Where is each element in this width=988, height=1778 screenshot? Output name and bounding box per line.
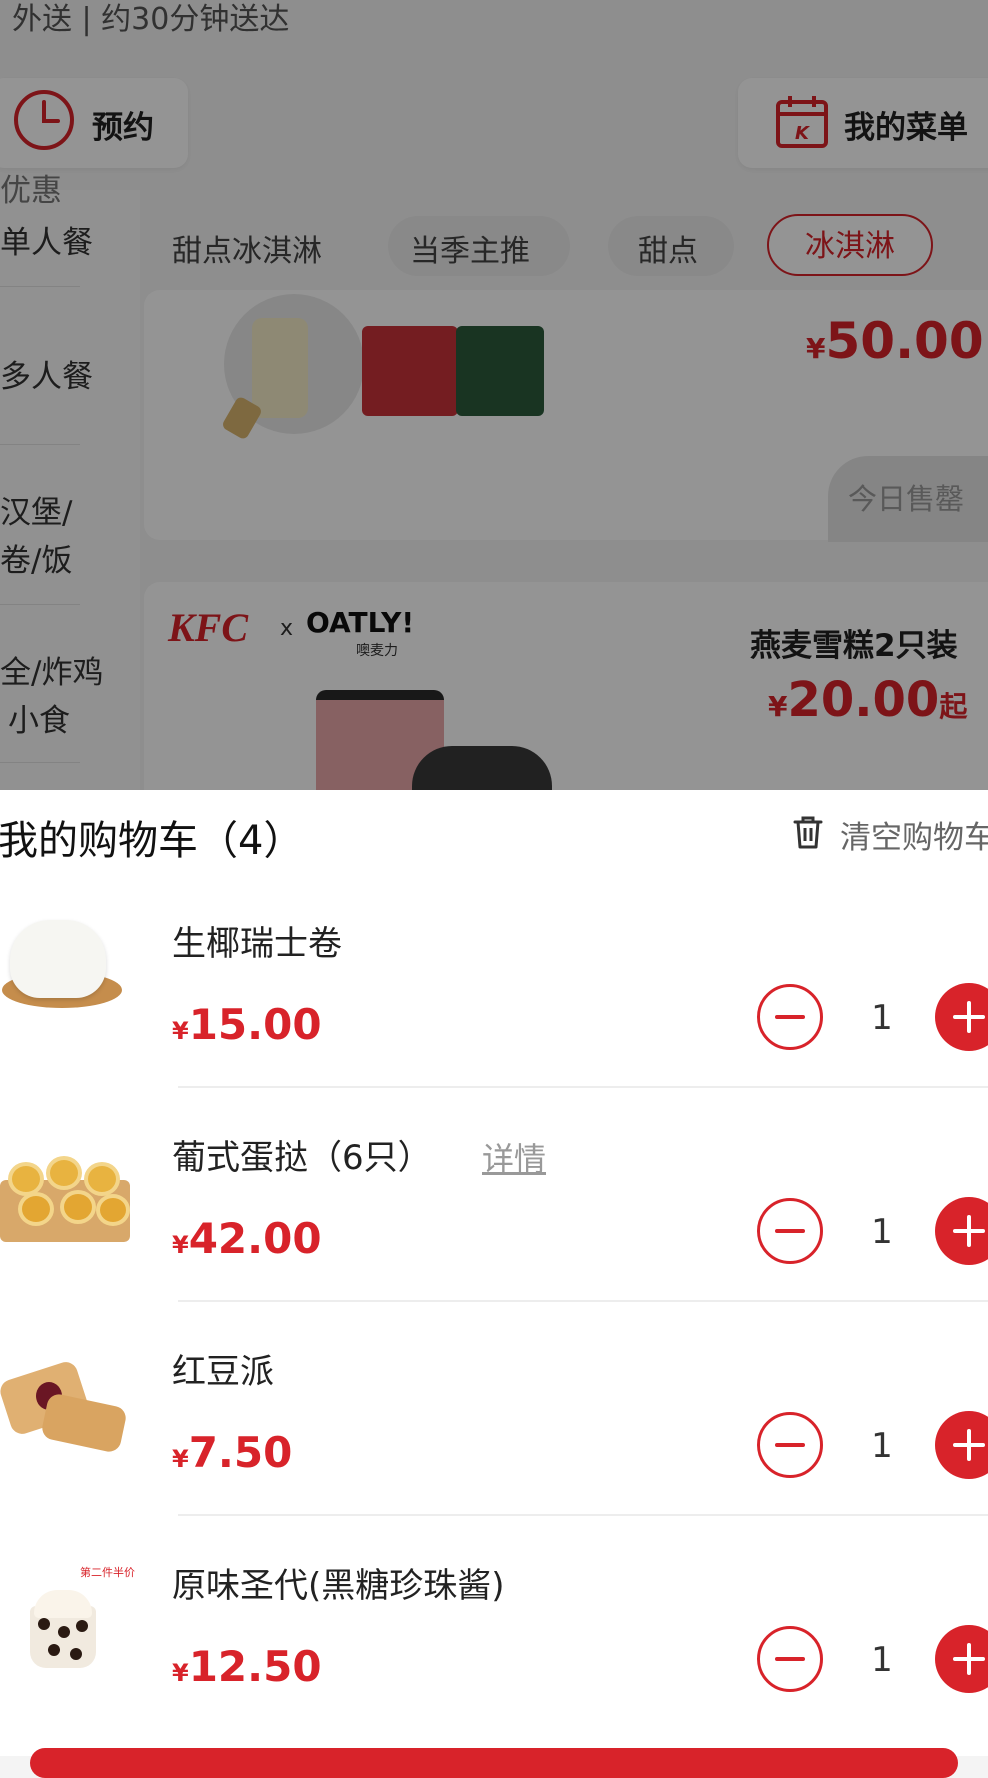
cart-item-price: ¥12.50 bbox=[172, 1642, 322, 1691]
cart-title: 我的购物车（4） bbox=[0, 818, 304, 864]
detail-link[interactable]: 详情 bbox=[482, 1134, 546, 1180]
promo-badge: 第二件半价 bbox=[80, 1566, 135, 1579]
decrease-qty-button[interactable] bbox=[757, 984, 823, 1050]
row-divider bbox=[178, 1514, 988, 1516]
decrease-qty-button[interactable] bbox=[757, 1626, 823, 1692]
row-divider bbox=[178, 1086, 988, 1088]
cart-item-price: ¥7.50 bbox=[172, 1428, 293, 1477]
cart-item-name: 葡式蛋挞（6只） bbox=[172, 1138, 432, 1178]
item-quantity: 1 bbox=[871, 1640, 893, 1680]
item-quantity: 1 bbox=[871, 1426, 893, 1466]
item-quantity: 1 bbox=[871, 998, 893, 1038]
trash-icon[interactable] bbox=[792, 814, 824, 850]
clear-cart-button[interactable]: 清空购物车 bbox=[840, 812, 988, 857]
cart-item-name: 原味圣代(黑糖珍珠酱) bbox=[172, 1566, 505, 1606]
cart-sheet bbox=[0, 790, 988, 1756]
row-divider bbox=[178, 1300, 988, 1302]
checkout-bar[interactable] bbox=[30, 1748, 958, 1778]
item-image-red-bean-pie bbox=[0, 1359, 130, 1460]
cart-item-price: ¥15.00 bbox=[172, 1000, 322, 1049]
decrease-qty-button[interactable] bbox=[757, 1198, 823, 1264]
item-image-egg-tarts bbox=[0, 1140, 134, 1250]
item-image-sundae: 第二件半价 bbox=[20, 1560, 135, 1670]
cart-item-name: 红豆派 bbox=[172, 1352, 274, 1392]
modal-overlay[interactable] bbox=[0, 0, 988, 790]
item-image-swiss-roll bbox=[0, 900, 130, 1030]
cart-item-price: ¥42.00 bbox=[172, 1214, 322, 1263]
item-quantity: 1 bbox=[871, 1212, 893, 1252]
cart-item-name: 生椰瑞士卷 bbox=[172, 924, 342, 964]
decrease-qty-button[interactable] bbox=[757, 1412, 823, 1478]
